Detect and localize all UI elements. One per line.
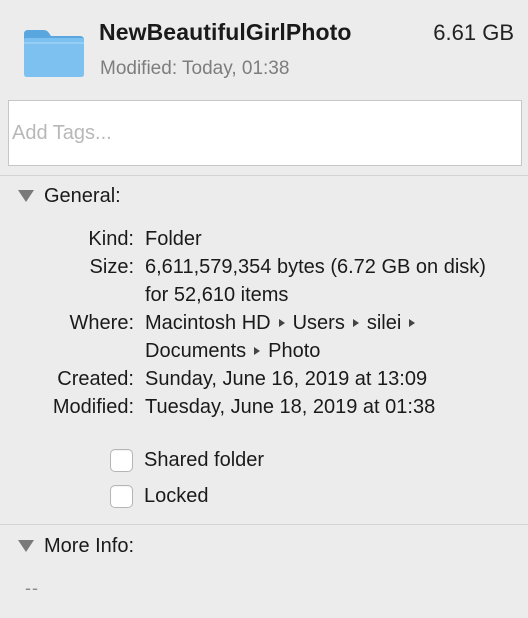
path-arrow-icon <box>409 318 416 327</box>
locked-label: Locked <box>144 484 209 507</box>
path-segment: Users <box>292 312 345 334</box>
locked-checkbox[interactable] <box>110 484 133 508</box>
file-size: 6.61 GB <box>433 20 514 45</box>
folder-icon <box>24 30 84 77</box>
kind-label: Kind: <box>88 228 134 250</box>
path-arrow-icon <box>352 318 359 327</box>
info-header: NewBeautifulGirlPhoto 6.61 GB Modified: … <box>0 0 528 100</box>
file-name: NewBeautifulGirlPhoto <box>99 19 352 45</box>
divider <box>0 524 528 525</box>
divider <box>0 175 528 176</box>
disclosure-triangle-icon <box>18 190 34 202</box>
created-label: Created: <box>57 368 134 390</box>
shared-folder-option[interactable]: Shared folder <box>110 447 264 473</box>
more-info-section-label: More Info: <box>44 534 135 557</box>
modified-value: Tuesday, June 18, 2019 at 01:38 <box>145 396 436 418</box>
locked-option[interactable]: Locked <box>110 483 209 509</box>
shared-folder-label: Shared folder <box>144 448 265 471</box>
modified-summary: Modified: Today, 01:38 <box>100 58 290 79</box>
more-info-value: -- <box>25 578 39 598</box>
kind-value: Folder <box>145 228 202 250</box>
modified-label: Modified: <box>52 396 134 418</box>
general-section-label: General: <box>44 184 121 207</box>
where-path: Macintosh HD Users silei Documents Photo <box>145 309 505 365</box>
shared-folder-checkbox[interactable] <box>110 448 133 472</box>
tags-input[interactable] <box>8 100 522 166</box>
more-info-section-toggle[interactable]: More Info: <box>18 533 134 559</box>
path-arrow-icon <box>278 318 285 327</box>
where-label: Where: <box>69 312 134 334</box>
path-arrow-icon <box>254 346 261 355</box>
size-value: 6,611,579,354 bytes (6.72 GB on disk) fo… <box>145 256 486 306</box>
path-segment: silei <box>366 312 402 334</box>
disclosure-triangle-icon <box>18 540 34 552</box>
created-value: Sunday, June 16, 2019 at 13:09 <box>145 368 428 390</box>
path-segment: Macintosh HD <box>145 312 271 334</box>
size-label: Size: <box>89 256 134 278</box>
path-segment: Documents <box>145 340 247 362</box>
general-section-toggle[interactable]: General: <box>18 183 121 209</box>
path-segment: Photo <box>268 340 321 362</box>
get-info-panel: NewBeautifulGirlPhoto 6.61 GB Modified: … <box>0 0 528 618</box>
